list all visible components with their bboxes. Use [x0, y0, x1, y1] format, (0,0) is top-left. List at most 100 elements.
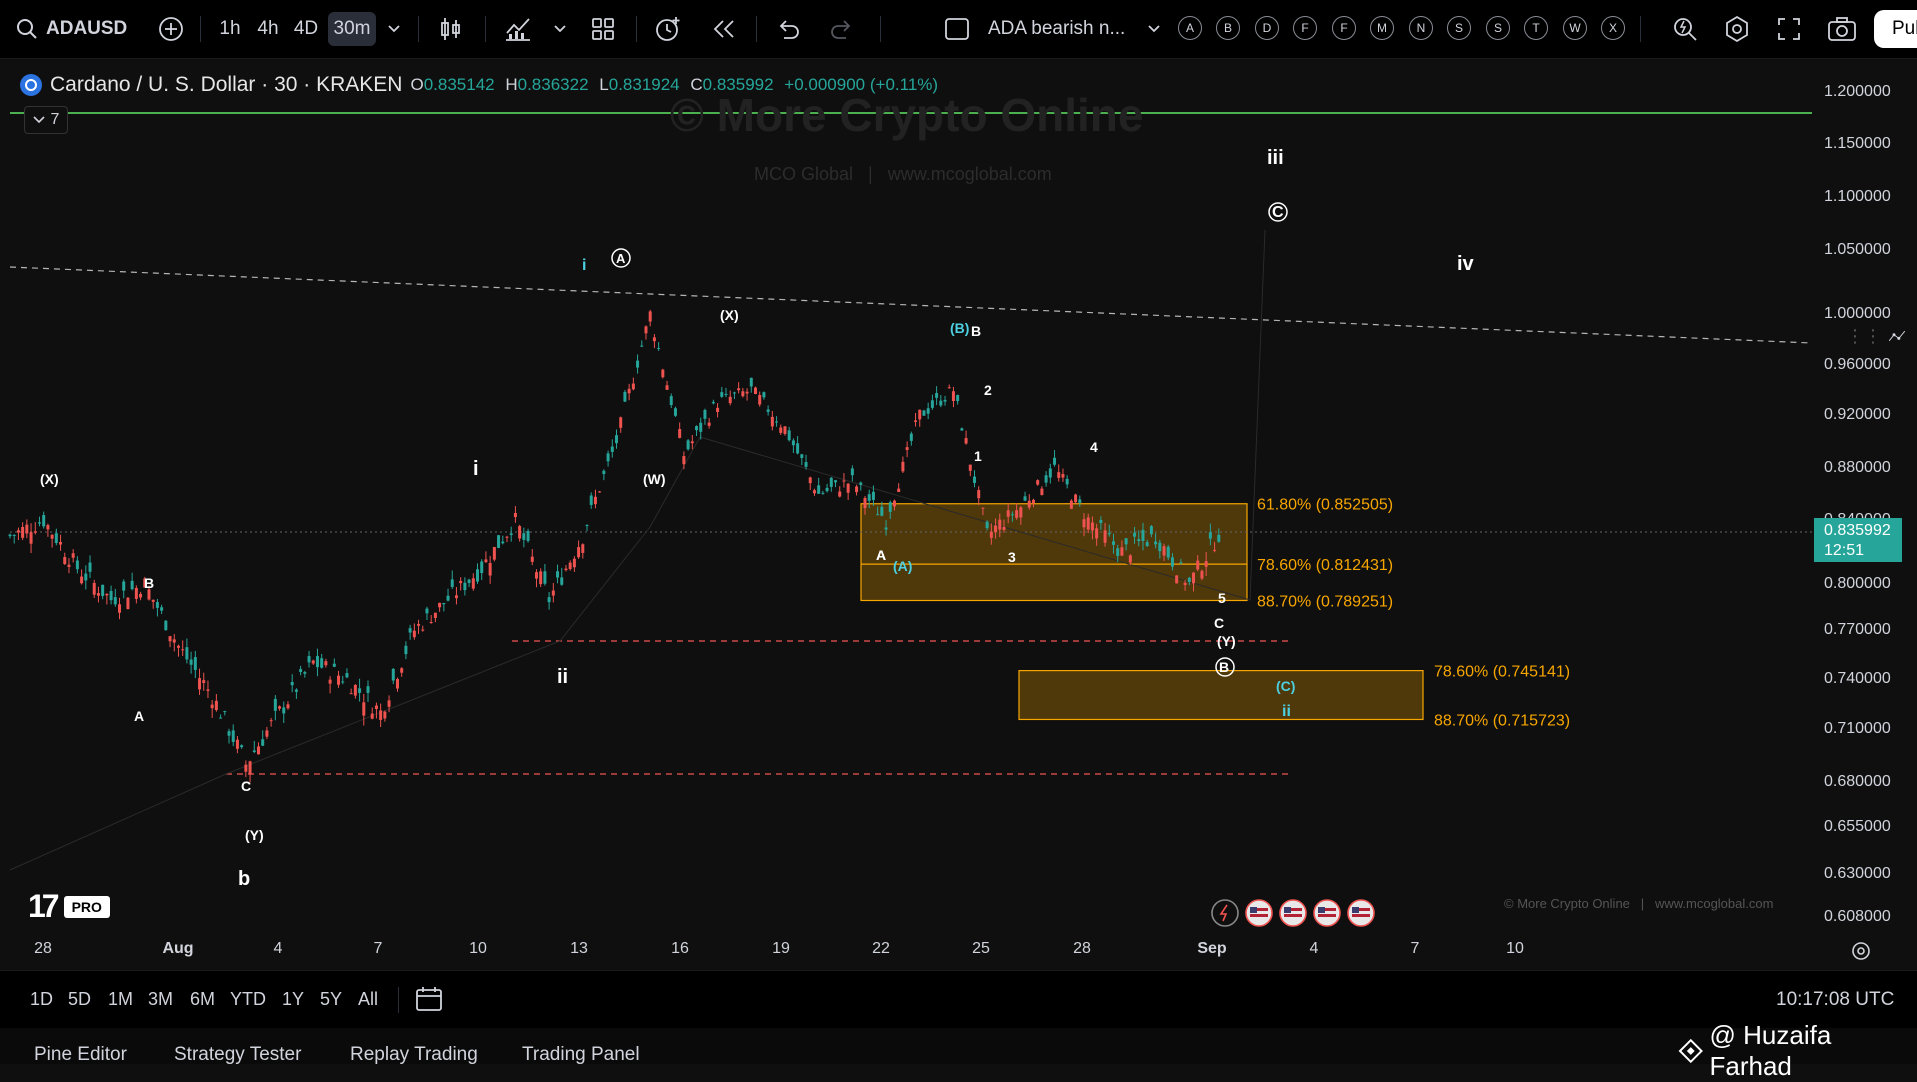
range-1y[interactable]: 1Y: [282, 989, 304, 1010]
range-1m[interactable]: 1M: [108, 989, 133, 1010]
price-tick: 0.710000: [1824, 720, 1891, 737]
candle-body: [362, 702, 366, 716]
axis-settings-button[interactable]: [1850, 940, 1872, 967]
candle-body: [219, 717, 223, 719]
candle-body: [1158, 542, 1162, 552]
range-5y[interactable]: 5Y: [320, 989, 342, 1010]
trend-line-icon[interactable]: [1888, 324, 1906, 348]
candle-body: [172, 639, 176, 643]
price-axis[interactable]: 1.200000 1.150000 1.100000 1.050000 1.000000…: [1812, 60, 1917, 930]
candle-body: [155, 602, 159, 608]
candle-body: [67, 564, 71, 567]
candle-body: [935, 393, 939, 398]
candle-body: [560, 577, 564, 585]
candle-body: [753, 387, 757, 395]
fib-zone-lower: [1018, 670, 1424, 721]
candle-body: [1107, 533, 1111, 535]
price-tick: 0.960000: [1824, 356, 1891, 373]
candle-body: [1141, 529, 1145, 541]
candle-body: [374, 705, 378, 710]
candle-body: [294, 689, 298, 692]
utc-clock[interactable]: 10:17:08 UTC: [1776, 989, 1894, 1011]
candle-body: [804, 462, 808, 467]
drawing-toolbar-icons[interactable]: ⋮⋮: [1846, 318, 1906, 354]
candle-body: [812, 490, 816, 494]
tab-pine-editor[interactable]: Pine Editor: [34, 1044, 127, 1066]
candle-body: [332, 663, 336, 667]
candle-body: [383, 711, 387, 719]
candle-body: [46, 525, 50, 530]
lightning-icon[interactable]: [1210, 898, 1240, 928]
us-flag-event-icon[interactable]: [1244, 898, 1274, 928]
indicators-toggle[interactable]: 7: [24, 106, 68, 134]
tab-trading-panel[interactable]: Trading Panel: [522, 1044, 640, 1066]
range-1d[interactable]: 1D: [30, 989, 53, 1010]
candle-body: [1074, 494, 1078, 503]
candle-body: [1217, 534, 1221, 542]
wave-label: A: [876, 547, 886, 563]
date-range-button[interactable]: [414, 985, 444, 1018]
us-flag-event-icon[interactable]: [1312, 898, 1342, 928]
candle-body: [248, 761, 252, 775]
date-tick: 28: [34, 940, 52, 957]
candle-body: [673, 408, 677, 416]
candle-body: [492, 547, 496, 560]
legend-change: +0.000900 (+0.11%): [784, 75, 939, 94]
price-tick: 1.100000: [1824, 188, 1891, 205]
range-5d[interactable]: 5D: [68, 989, 91, 1010]
drag-handle-icon[interactable]: ⋮⋮: [1846, 326, 1882, 347]
candle-body: [1145, 542, 1149, 546]
candle-body: [905, 447, 909, 450]
candle-body: [994, 525, 998, 533]
candle-body: [808, 477, 812, 484]
legend-ohlc: O0.835142 H0.836322 L0.831924 C0.835992 …: [410, 75, 939, 94]
candle-body: [884, 527, 888, 530]
tab-replay-trading[interactable]: Replay Trading: [350, 1044, 478, 1066]
date-tick: 7: [1410, 940, 1420, 957]
tab-strategy-tester[interactable]: Strategy Tester: [174, 1044, 301, 1066]
candle-body: [471, 578, 475, 589]
candle-body: [568, 562, 572, 570]
candle-body: [518, 526, 522, 539]
candle-body: [619, 417, 623, 428]
candle-body: [1200, 570, 1204, 579]
candle-body: [366, 686, 370, 693]
candle-body: [636, 360, 640, 368]
candle-body: [446, 595, 450, 601]
range-6m[interactable]: 6M: [190, 989, 215, 1010]
range-3m[interactable]: 3M: [148, 989, 173, 1010]
candle-body: [454, 595, 458, 599]
candle-body: [261, 739, 265, 746]
us-flag-event-icon[interactable]: [1346, 898, 1376, 928]
candle-body: [1208, 532, 1212, 539]
candle-body: [438, 602, 442, 608]
fib-label: 78.60% (0.812431): [1257, 557, 1393, 574]
candle-body: [892, 500, 896, 507]
candle-body: [273, 698, 277, 711]
fib-label: 61.80% (0.852505): [1257, 497, 1393, 514]
last-price: 0.835992: [1824, 522, 1891, 539]
fib-zone-upper: [860, 503, 1248, 602]
candle-body: [661, 369, 665, 378]
us-flag-event-icon[interactable]: [1278, 898, 1308, 928]
candle-body: [193, 657, 197, 670]
wave-label: 5: [1218, 590, 1226, 606]
candle-body: [151, 599, 155, 602]
candle-body: [130, 580, 134, 590]
candle-body: [678, 429, 682, 438]
candle-body: [615, 435, 618, 444]
tradingview-logo: 17 PRO: [28, 888, 110, 925]
candle-body: [947, 387, 951, 389]
candle-body: [1166, 546, 1170, 558]
candle-body: [1170, 557, 1174, 567]
candle-body: [960, 428, 964, 431]
binance-logo-icon: [1678, 1038, 1703, 1064]
price-chart[interactable]: 61.80% (0.852505) 78.60% (0.812431) 88.70%…: [0, 0, 1917, 970]
candle-body: [265, 730, 269, 737]
indicator-count: 7: [50, 111, 60, 128]
candle-body: [918, 409, 922, 420]
range-all[interactable]: All: [358, 989, 378, 1010]
candle-body: [476, 569, 480, 582]
watermark-subtitle: MCO Global | www.mcoglobal.com: [754, 164, 1052, 184]
range-ytd[interactable]: YTD: [230, 989, 266, 1010]
